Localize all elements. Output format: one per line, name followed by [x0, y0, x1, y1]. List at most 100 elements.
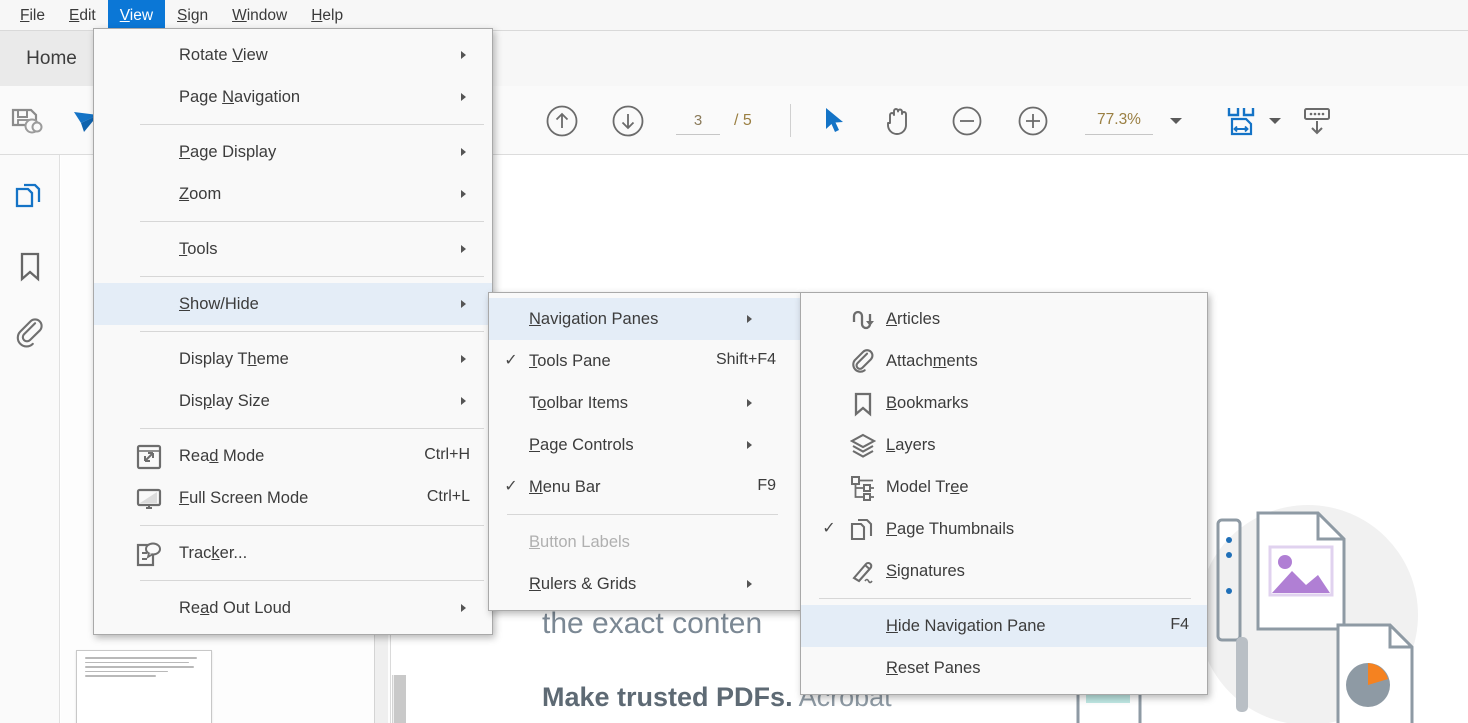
- menubar-item-edit[interactable]: Edit: [57, 0, 108, 31]
- menu-item-label: Layers: [886, 435, 936, 454]
- menu-item-layers[interactable]: Layers: [801, 424, 1207, 466]
- menubar-item-sign[interactable]: Sign: [165, 0, 220, 31]
- menu-item-label: Button Labels: [529, 532, 630, 551]
- rail-item-bookmarks[interactable]: [10, 247, 50, 287]
- checkmark-icon: ✓: [504, 352, 518, 369]
- menu-item-display-theme[interactable]: Display Theme: [94, 338, 492, 380]
- menu-item-full-screen-mode[interactable]: Full Screen Mode Ctrl+L: [94, 477, 492, 519]
- menu-separator: [140, 221, 484, 222]
- menu-item-bookmarks[interactable]: Bookmarks: [801, 382, 1207, 424]
- menu-item-page-navigation[interactable]: Page Navigation: [94, 76, 492, 118]
- next-page-button[interactable]: [611, 86, 645, 155]
- bookmarks-icon: [849, 390, 877, 418]
- previous-page-button[interactable]: [545, 86, 579, 155]
- menu-item-label: Read Mode: [179, 446, 265, 465]
- menu-item-navigation-panes[interactable]: Navigation Panes: [489, 298, 800, 340]
- checkmark-icon: ✓: [504, 478, 518, 495]
- menu-item-hide-navigation-pane[interactable]: Hide Navigation Pane F4: [801, 605, 1207, 647]
- menu-item-model-tree[interactable]: Model Tree: [801, 466, 1207, 508]
- save-button[interactable]: [10, 86, 44, 155]
- menu-item-read-mode[interactable]: Read Mode Ctrl+H: [94, 435, 492, 477]
- view-menu-popup: Rotate View Page Navigation Page Display…: [93, 28, 493, 635]
- arrow-up-circle-icon: [545, 104, 579, 138]
- chevron-down-icon[interactable]: [1268, 116, 1282, 126]
- menu-item-toolbar-items[interactable]: Toolbar Items: [489, 382, 800, 424]
- scrollbar-thumb[interactable]: [394, 675, 406, 723]
- hide-toolbar-button[interactable]: [1300, 86, 1334, 155]
- page-total-label: / 5: [734, 111, 752, 129]
- bookmarks-rail-icon: [14, 250, 46, 284]
- menubar-item-file[interactable]: File: [8, 0, 57, 31]
- menu-item-page-controls[interactable]: Page Controls: [489, 424, 800, 466]
- acrobat-window: Home 3 / 5 77.3% the exact conten Make t…: [0, 0, 1468, 723]
- zoom-out-button[interactable]: [950, 86, 984, 155]
- menu-item-label: Tracker...: [179, 543, 248, 562]
- page-thumbnails-rail-icon: [13, 182, 47, 216]
- zoom-level-group: [1085, 86, 1183, 155]
- tab-home[interactable]: Home: [0, 31, 104, 86]
- menu-item-tools-pane[interactable]: ✓ Tools Pane Shift+F4: [489, 340, 800, 382]
- menu-separator: [140, 580, 484, 581]
- menubar-item-window[interactable]: Window: [220, 0, 299, 31]
- menu-item-read-out-loud[interactable]: Read Out Loud: [94, 587, 492, 629]
- menu-item-display-size[interactable]: Display Size: [94, 380, 492, 422]
- read-mode-icon: [136, 444, 162, 470]
- hide-toolbar-icon: [1300, 104, 1334, 138]
- menu-item-label: Reset Panes: [886, 658, 981, 677]
- rail-item-attachments[interactable]: [10, 315, 50, 355]
- menu-item-zoom[interactable]: Zoom: [94, 173, 492, 215]
- menu-item-label: Tools: [179, 239, 218, 258]
- chevron-down-icon[interactable]: [1169, 116, 1183, 126]
- menu-item-accelerator: Ctrl+H: [424, 446, 470, 463]
- fit-page-width-button[interactable]: [1224, 86, 1282, 155]
- menu-separator: [140, 428, 484, 429]
- menu-item-rulers-grids[interactable]: Rulers & Grids: [489, 563, 800, 605]
- menu-item-signatures[interactable]: Signatures: [801, 550, 1207, 592]
- page-number-input[interactable]: [676, 106, 720, 135]
- menu-separator: [140, 331, 484, 332]
- menu-item-accelerator: F9: [757, 477, 776, 494]
- select-tool-button[interactable]: [822, 86, 848, 155]
- menu-bar: File Edit View Sign Window Help: [0, 0, 1468, 31]
- full-screen-icon: [136, 486, 162, 512]
- menu-item-label: Display Theme: [179, 349, 289, 368]
- submenu-arrow-icon: [461, 397, 466, 405]
- menu-item-label: Page Display: [179, 142, 277, 161]
- page-number-group: / 5: [676, 86, 752, 155]
- model-tree-icon: [849, 474, 877, 502]
- zoom-level-input[interactable]: [1085, 106, 1153, 135]
- menu-item-page-display[interactable]: Page Display: [94, 131, 492, 173]
- menu-item-label: Tools Pane: [529, 351, 611, 370]
- submenu-arrow-icon: [461, 300, 466, 308]
- menu-item-rotate-view[interactable]: Rotate View: [94, 34, 492, 76]
- menu-item-label: Zoom: [179, 184, 222, 203]
- menu-item-menu-bar[interactable]: ✓ Menu Bar F9: [489, 466, 800, 508]
- menu-item-label: Page Navigation: [179, 87, 301, 106]
- fit-page-width-icon: [1224, 104, 1258, 138]
- navigation-rail: [0, 155, 60, 723]
- arrow-down-circle-icon: [611, 104, 645, 138]
- menu-item-page-thumbnails[interactable]: ✓ Page Thumbnails: [801, 508, 1207, 550]
- submenu-arrow-icon: [461, 93, 466, 101]
- checkmark-icon: ✓: [822, 520, 836, 537]
- menubar-item-view[interactable]: View: [107, 0, 166, 31]
- layers-icon: [849, 432, 877, 460]
- page-thumbnail-item[interactable]: [76, 650, 212, 723]
- menu-item-tracker[interactable]: Tracker...: [94, 532, 492, 574]
- menu-item-attachments[interactable]: Attachments: [801, 340, 1207, 382]
- menu-item-label: Page Thumbnails: [886, 519, 1015, 538]
- menubar-item-help[interactable]: Help: [299, 0, 355, 31]
- articles-icon: [849, 306, 877, 334]
- menu-item-show-hide[interactable]: Show/Hide: [94, 283, 492, 325]
- document-scrollbar[interactable]: [392, 675, 406, 723]
- submenu-arrow-icon: [461, 245, 466, 253]
- menu-item-tools[interactable]: Tools: [94, 228, 492, 270]
- zoom-in-button[interactable]: [1016, 86, 1050, 155]
- menu-separator: [140, 276, 484, 277]
- menu-item-label: Toolbar Items: [529, 393, 629, 412]
- menu-item-articles[interactable]: Articles: [801, 298, 1207, 340]
- rail-item-page-thumbnails[interactable]: [10, 179, 50, 219]
- menu-item-reset-panes[interactable]: Reset Panes: [801, 647, 1207, 689]
- hand-tool-button[interactable]: [884, 86, 914, 155]
- menu-item-button-labels: Button Labels: [489, 521, 800, 563]
